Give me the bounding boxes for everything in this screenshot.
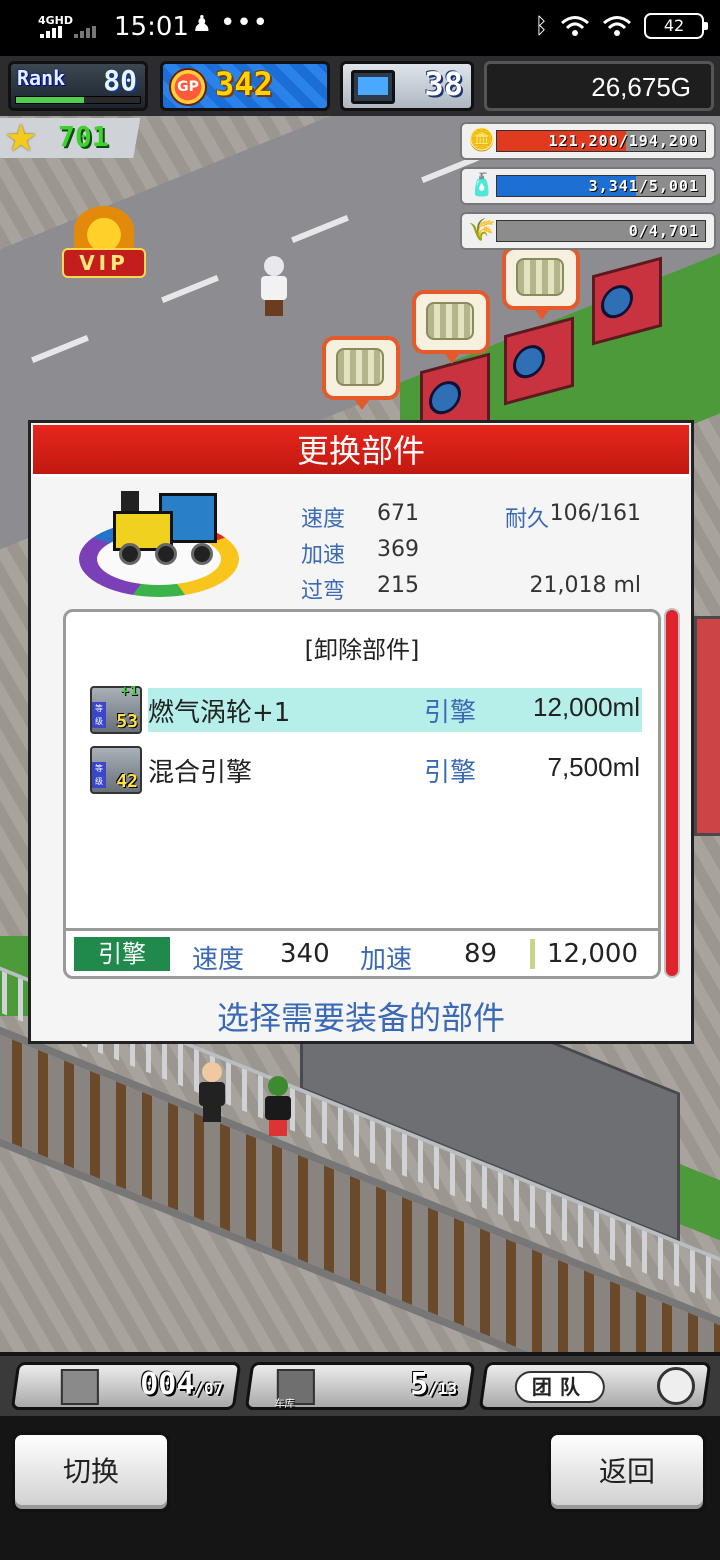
wheat-icon: 🌾 [468,218,496,243]
garage-counter[interactable]: 车库 5/13 [244,1362,476,1410]
income-bubble[interactable] [322,336,402,422]
garage-label: 车库 [274,1399,295,1410]
part-type: 引擎 [424,698,477,728]
summary-cost: 12,000 [547,939,638,969]
summary-speed-label: 速度 [192,945,245,975]
summary-type-badge: 引擎 [74,937,170,971]
summary-accel-label: 加速 [360,945,413,975]
gp-coin-icon: GP [169,68,207,106]
money-value: 26,675G [591,72,691,102]
worker-helmet-icon [657,1367,695,1405]
wifi-icon [561,16,589,36]
stat-speed: 速度 671 耐久 106/161 [301,501,641,532]
gp-value: 342 [215,65,273,103]
more-notifications-icon: ••• [220,8,270,38]
shop-building[interactable] [694,616,720,836]
team-button[interactable]: 团队 [478,1362,712,1410]
divider [530,939,535,969]
bluetooth-icon: ᛒ [534,13,548,39]
change-parts-dialog: 更换部件 速度 671 耐久 106/161 加速 369 过弯 215 21,… [28,420,694,1044]
summary-speed: 340 [280,939,330,969]
parts-scrollbar[interactable] [664,608,680,978]
income-bubble[interactable] [502,246,582,332]
vip-label: VIP [62,248,146,278]
dialog-title: 更换部件 [33,425,689,477]
scientist-character[interactable] [258,256,288,316]
status-right: ᛒ 42 [534,13,708,39]
parts-list-panel: [卸除部件] 等级 +1 53 燃气涡轮+1 引擎 12,000ml 等级 42… [63,609,661,979]
rank-value: 80 [103,64,137,97]
battery-indicator: 42 [644,13,708,39]
team-label: 团队 [514,1371,605,1403]
engine-part-icon: 等级 42 [90,746,142,794]
train-emblem [79,487,243,597]
coin-stack-icon [426,302,474,340]
part-type: 引擎 [424,758,477,788]
turbine-part-icon: 等级 +1 53 [90,684,142,734]
star-icon: ★ [4,116,39,160]
rank-progress-bar [15,96,141,104]
scrollbar-thumb[interactable] [666,610,678,976]
part-row-hybrid-engine[interactable]: 等级 42 混合引擎 引擎 7,500ml [86,746,642,794]
clock: 15:01 [114,12,189,42]
passenger-character[interactable] [262,1076,292,1136]
part-name: 混合引擎 [148,758,253,788]
computer-count: 38 [424,65,463,103]
remove-part-option[interactable]: [卸除部件] [66,630,658,665]
coin-stack-icon: 🪙 [468,128,496,153]
stat-accel: 加速 369 [301,537,419,568]
cars-counter[interactable]: 004/07 [10,1362,242,1410]
select-part-hint: 选择需要装备的部件 [216,999,505,1037]
top-hud: Rank 80 GP 342 38 26,675G [0,56,720,116]
resource-crops[interactable]: 🌾 0/4,701 [460,212,716,250]
fuel-tank-icon: 🧴 [468,173,496,198]
money-panel[interactable]: 26,675G [484,61,714,111]
vip-badge[interactable]: VIP [62,206,146,282]
summary-accel: 89 [464,939,498,969]
resource-coins[interactable]: 🪙 121,200/194,200 [460,122,716,160]
part-row-gas-turbine[interactable]: 等级 +1 53 燃气涡轮+1 引擎 12,000ml [86,684,642,734]
star-badge[interactable]: ★ 701 [0,116,158,160]
rank-label: Rank [17,66,66,90]
selected-part-summary: 引擎 速度 340 加速 89 12,000 [66,928,658,976]
coin-stack-icon [336,348,384,386]
part-name: 燃气涡轮+1 [148,698,291,728]
status-bar: 4GHD 15:01 ♟ ••• ᛒ 42 [0,0,720,56]
computer-panel[interactable]: 38 [340,61,474,111]
bottom-info-strip: 004/07 车库 5/13 团队 [0,1356,720,1416]
railcar-icon [60,1369,99,1405]
locomotive-icon [109,487,229,567]
computer-icon [351,70,395,104]
passenger-character[interactable] [196,1062,226,1122]
part-price: 12,000ml [533,692,640,722]
wifi-icon-2 [603,16,631,36]
gp-panel[interactable]: GP 342 [160,61,330,111]
resource-fuel[interactable]: 🧴 3,341/5,001 [460,167,716,205]
stat-corner: 过弯 215 21,018 ml [301,573,641,604]
part-price: 7,500ml [547,752,641,782]
income-bubble[interactable] [412,290,492,376]
signal-icon [40,26,96,38]
back-button[interactable]: 返回 [548,1432,706,1512]
coin-stack-icon [516,258,564,296]
star-count: 701 [58,120,109,153]
qq-penguin-icon: ♟ [192,12,212,37]
switch-button[interactable]: 切换 [12,1432,170,1512]
crown-icon [74,206,134,254]
rank-panel[interactable]: Rank 80 [8,61,148,111]
